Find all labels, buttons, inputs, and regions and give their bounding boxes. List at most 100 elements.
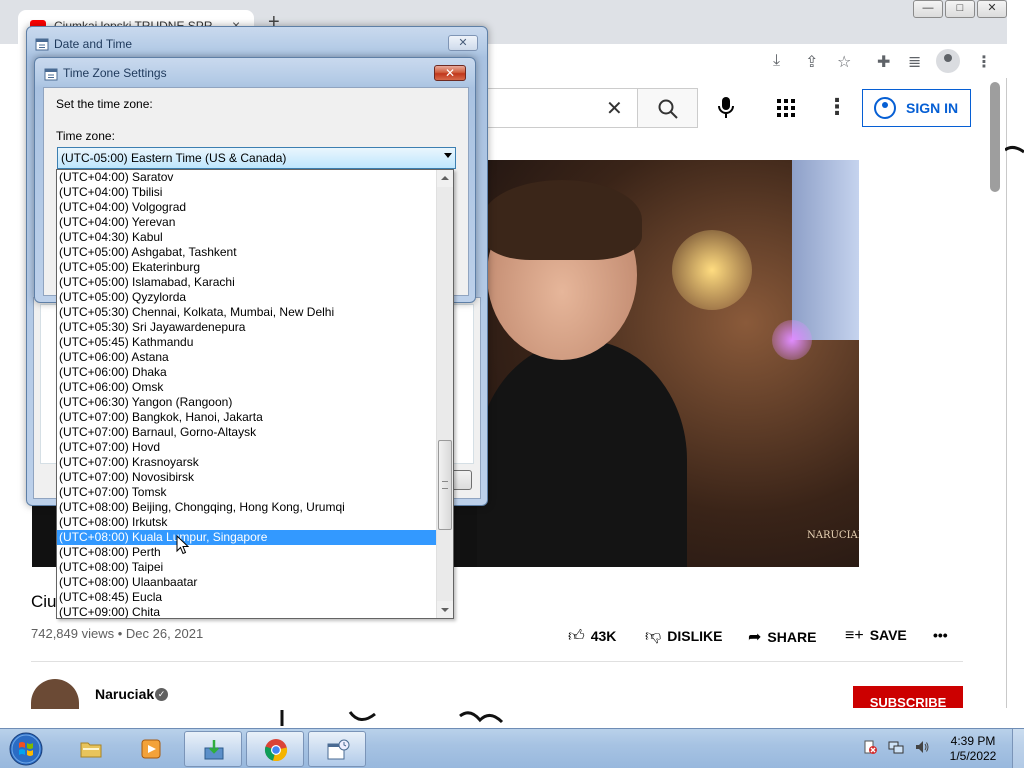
- time-zone-dropdown-list[interactable]: (UTC+04:00) Saratov (UTC+04:00) Tbilisi (U…: [56, 169, 454, 619]
- time-zone-option[interactable]: (UTC+09:00) Chita: [57, 605, 437, 618]
- calendar-clock-icon: [44, 68, 58, 81]
- install-icon[interactable]: ⤓: [773, 52, 780, 70]
- dislike-button[interactable]: 👎︎ DISLIKE: [645, 627, 722, 646]
- maximize-button[interactable]: □: [945, 0, 975, 18]
- folder-icon: [80, 742, 102, 758]
- time-zone-option[interactable]: (UTC+05:00) Ekaterinburg: [57, 260, 437, 275]
- settings-more-icon[interactable]: ⋮: [826, 94, 848, 120]
- time-zone-option[interactable]: (UTC+04:30) Kabul: [57, 230, 437, 245]
- browser-menu-icon[interactable]: ⋮: [976, 52, 992, 72]
- scroll-up-icon[interactable]: [437, 170, 453, 187]
- media-player-icon: [141, 739, 161, 759]
- desktop-sketch: [1005, 145, 1024, 154]
- mouse-cursor-icon: [176, 535, 190, 555]
- search-icon: [658, 99, 678, 119]
- time-zone-option[interactable]: (UTC+08:00) Perth: [57, 545, 437, 560]
- start-button-icon[interactable]: [6, 730, 46, 768]
- close-button[interactable]: ✕: [434, 65, 466, 81]
- time-zone-option[interactable]: (UTC+05:45) Kathmandu: [57, 335, 437, 350]
- show-desktop-button[interactable]: [1012, 729, 1024, 768]
- clear-search-icon[interactable]: ✕: [606, 96, 623, 121]
- channel-name[interactable]: Naruciak: [95, 686, 154, 702]
- share-icon[interactable]: ⇪: [805, 52, 818, 72]
- taskbar-media-player[interactable]: [122, 731, 180, 767]
- time-zone-option[interactable]: (UTC+08:00) Beijing, Chongqing, Hong Kon…: [57, 500, 437, 515]
- purple-light: [772, 320, 812, 360]
- time-zone-option[interactable]: (UTC+06:00) Astana: [57, 350, 437, 365]
- time-zone-option[interactable]: (UTC+05:00) Qyzylorda: [57, 290, 437, 305]
- search-button[interactable]: [637, 88, 698, 128]
- time-zone-select[interactable]: (UTC-05:00) Eastern Time (US & Canada): [57, 147, 456, 169]
- profile-avatar-icon[interactable]: [936, 49, 960, 73]
- time-zone-option[interactable]: (UTC+04:00) Saratov: [57, 170, 437, 185]
- time-zone-option[interactable]: (UTC+08:00) Taipei: [57, 560, 437, 575]
- time-zone-option[interactable]: (UTC+05:30) Chennai, Kolkata, Mumbai, Ne…: [57, 305, 437, 320]
- time-zone-option[interactable]: (UTC+08:00) Kuala Lumpur, Singapore: [57, 530, 437, 545]
- scroll-down-icon[interactable]: [437, 601, 453, 618]
- action-center-icon[interactable]: [862, 739, 878, 755]
- time-zone-option[interactable]: (UTC+05:00) Ashgabat, Tashkent: [57, 245, 437, 260]
- taskbar: 4:39 PM 1/5/2022: [0, 728, 1024, 768]
- time-zone-option[interactable]: (UTC+05:30) Sri Jayawardenepura: [57, 320, 437, 335]
- page-scrollbar[interactable]: [990, 82, 1000, 192]
- time-zone-option[interactable]: (UTC+04:00) Yerevan: [57, 215, 437, 230]
- extensions-icon[interactable]: ✚: [877, 52, 890, 72]
- window-title: Date and Time: [54, 37, 133, 51]
- time-zone-option[interactable]: (UTC+07:00) Tomsk: [57, 485, 437, 500]
- video-watermark: NARUCIAK: [807, 530, 859, 541]
- minimize-button[interactable]: —: [913, 0, 943, 18]
- time-zone-option[interactable]: (UTC+05:00) Islamabad, Karachi: [57, 275, 437, 290]
- share-button[interactable]: ➦ SHARE: [748, 627, 816, 647]
- time-zone-option[interactable]: (UTC+08:00) Irkutsk: [57, 515, 437, 530]
- media-control-icon[interactable]: ≣: [908, 52, 921, 72]
- dropdown-scrollbar[interactable]: [436, 170, 453, 618]
- subscribe-button[interactable]: SUBSCRIBE: [853, 686, 963, 708]
- time-zone-option[interactable]: (UTC+07:00) Hovd: [57, 440, 437, 455]
- apps-grid-icon[interactable]: [777, 99, 795, 117]
- sign-in-button[interactable]: SIGN IN: [862, 89, 971, 127]
- volume-icon[interactable]: [914, 739, 930, 755]
- video-title: Ciu: [31, 592, 57, 611]
- microphone-icon[interactable]: [716, 96, 736, 120]
- sign-in-label: SIGN IN: [906, 100, 959, 116]
- desktop-sketch-bottom: [280, 710, 504, 726]
- time-zone-option[interactable]: (UTC+04:00) Tbilisi: [57, 185, 437, 200]
- time-zone-option[interactable]: (UTC+04:00) Volgograd: [57, 200, 437, 215]
- close-button[interactable]: ✕: [977, 0, 1007, 18]
- time-zone-option[interactable]: (UTC+07:00) Krasnoyarsk: [57, 455, 437, 470]
- chrome-icon: [264, 739, 288, 762]
- time-zone-option[interactable]: (UTC+07:00) Novosibirsk: [57, 470, 437, 485]
- account-icon: [874, 97, 896, 119]
- calendar-clock-icon: [35, 38, 49, 51]
- taskbar-chrome[interactable]: [246, 731, 304, 767]
- system-clock[interactable]: 4:39 PM 1/5/2022: [940, 734, 1006, 764]
- taskbar-installer[interactable]: [184, 731, 242, 767]
- video-views-date: 742,849 views • Dec 26, 2021: [31, 626, 204, 641]
- room-window: [792, 160, 859, 340]
- channel-avatar[interactable]: [31, 679, 79, 709]
- time-zone-option[interactable]: (UTC+06:30) Yangon (Rangoon): [57, 395, 437, 410]
- clock-date: 1/5/2022: [949, 749, 997, 763]
- system-tray: [862, 739, 930, 755]
- like-button[interactable]: 👍︎ 43K: [568, 627, 616, 646]
- time-zone-option[interactable]: (UTC+07:00) Barnaul, Gorno-Altaysk: [57, 425, 437, 440]
- save-button[interactable]: ≡+ SAVE: [845, 627, 907, 645]
- more-actions-button[interactable]: •••: [933, 627, 948, 643]
- close-button[interactable]: ✕: [448, 35, 478, 51]
- date-time-icon: [327, 739, 350, 760]
- bookmark-star-icon[interactable]: ☆: [837, 52, 851, 72]
- time-zone-option[interactable]: (UTC+07:00) Bangkok, Hanoi, Jakarta: [57, 410, 437, 425]
- time-zone-option[interactable]: (UTC+06:00) Omsk: [57, 380, 437, 395]
- thumbs-up-icon: 👍︎: [568, 628, 585, 645]
- taskbar-date-time[interactable]: [308, 731, 366, 767]
- network-icon[interactable]: [888, 739, 904, 755]
- window-title: Time Zone Settings: [63, 66, 167, 80]
- video-person: [477, 180, 687, 567]
- scroll-thumb[interactable]: [438, 440, 452, 530]
- playlist-add-icon: ≡+: [845, 627, 864, 644]
- time-zone-option[interactable]: (UTC+08:45) Eucla: [57, 590, 437, 605]
- time-zone-selected-value: (UTC-05:00) Eastern Time (US & Canada): [61, 151, 287, 165]
- time-zone-option[interactable]: (UTC+08:00) Ulaanbaatar: [57, 575, 437, 590]
- time-zone-option[interactable]: (UTC+06:00) Dhaka: [57, 365, 437, 380]
- taskbar-explorer[interactable]: [62, 731, 120, 767]
